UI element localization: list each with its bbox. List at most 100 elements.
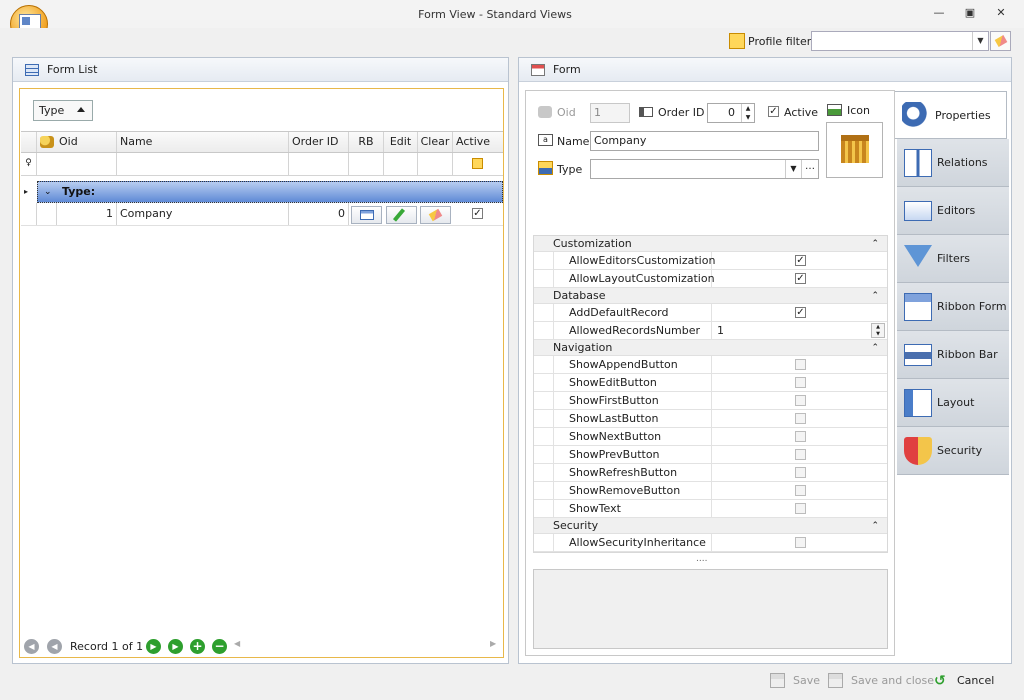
profile-filter-combo[interactable] — [811, 31, 989, 51]
property-value[interactable] — [714, 534, 886, 552]
next-record-button[interactable]: ▶ — [146, 639, 161, 654]
active-checkbox[interactable]: ✓ — [768, 106, 779, 117]
chevron-down-icon[interactable]: ▼ — [972, 32, 988, 50]
eraser-icon[interactable] — [990, 31, 1011, 51]
property-category[interactable]: Database ⌃ — [534, 288, 887, 304]
tab-editors[interactable]: Editors — [897, 187, 1009, 235]
property-checkbox[interactable]: ✓ — [795, 273, 806, 284]
property-checkbox[interactable] — [795, 359, 806, 370]
prev-record-button[interactable]: ◀ — [47, 639, 62, 654]
cell-oid[interactable]: 1 — [57, 203, 117, 225]
property-row[interactable]: ShowLastButton — [534, 410, 887, 428]
last-record-button[interactable]: ▶ — [168, 639, 183, 654]
maximize-button[interactable]: ▣ — [962, 6, 978, 20]
property-checkbox[interactable] — [795, 377, 806, 388]
group-row[interactable]: ▸ ⌄ Type: — [21, 181, 503, 203]
tab-layout[interactable]: Layout — [897, 379, 1009, 427]
chevron-down-icon[interactable]: ▼ — [785, 160, 801, 178]
collapse-icon[interactable]: ⌃ — [871, 288, 879, 304]
property-checkbox[interactable] — [795, 395, 806, 406]
filter-checkbox-indeterminate[interactable] — [472, 158, 483, 169]
save-and-close-button[interactable]: Save and close — [828, 672, 934, 690]
cell-name[interactable]: Company — [117, 203, 289, 225]
column-header-oid[interactable]: Oid — [37, 132, 117, 152]
property-row[interactable]: ShowFirstButton — [534, 392, 887, 410]
property-checkbox[interactable] — [795, 449, 806, 460]
property-category[interactable]: Customization ⌃ — [534, 236, 887, 252]
property-row[interactable]: ShowRefreshButton — [534, 464, 887, 482]
property-value[interactable]: ✓ — [714, 270, 886, 288]
append-record-button[interactable]: + — [190, 639, 205, 654]
tab-ribbon-bar[interactable]: Ribbon Bar — [897, 331, 1009, 379]
collapse-icon[interactable]: ⌃ — [871, 518, 879, 534]
column-header-edit[interactable]: Edit — [384, 132, 418, 152]
property-value[interactable] — [714, 410, 886, 428]
property-row[interactable]: ShowRemoveButton — [534, 482, 887, 500]
column-header-name[interactable]: Name — [117, 132, 289, 152]
property-value[interactable] — [714, 392, 886, 410]
property-row[interactable]: ShowAppendButton — [534, 356, 887, 374]
collapse-icon[interactable]: ⌃ — [871, 340, 879, 356]
table-row[interactable]: 1 Company 0 ✓ — [21, 203, 503, 226]
property-category[interactable]: Navigation ⌃ — [534, 340, 887, 356]
property-value[interactable]: ✓ — [714, 252, 886, 270]
property-row[interactable]: AllowLayoutCustomization ✓ — [534, 270, 887, 288]
cell-order-id[interactable]: 0 — [289, 203, 349, 225]
property-category[interactable]: Security ⌃ — [534, 518, 887, 534]
property-checkbox[interactable] — [795, 503, 806, 514]
tab-security[interactable]: Security — [897, 427, 1009, 475]
filter-cell-active[interactable] — [453, 153, 503, 175]
active-checkbox[interactable]: ✓ — [472, 208, 483, 219]
property-checkbox[interactable] — [795, 467, 806, 478]
property-checkbox[interactable] — [795, 413, 806, 424]
property-row[interactable]: ShowEditButton — [534, 374, 887, 392]
ellipsis-button[interactable]: … — [801, 160, 818, 178]
splitter-handle[interactable]: .... — [696, 554, 707, 564]
property-row[interactable]: ShowPrevButton — [534, 446, 887, 464]
property-checkbox[interactable] — [795, 537, 806, 548]
remove-record-button[interactable]: − — [212, 639, 227, 654]
close-button[interactable]: ✕ — [993, 6, 1009, 20]
tab-relations[interactable]: Relations — [897, 139, 1009, 187]
property-value[interactable]: 1 ▲ ▼ — [714, 322, 886, 340]
property-value[interactable] — [714, 374, 886, 392]
scroll-left-icon[interactable]: ◀ — [234, 639, 240, 648]
tab-ribbon-form[interactable]: Ribbon Form — [897, 283, 1009, 331]
edit-button[interactable] — [386, 206, 417, 224]
property-checkbox[interactable]: ✓ — [795, 255, 806, 266]
property-row[interactable]: AddDefaultRecord ✓ — [534, 304, 887, 322]
name-field[interactable]: Company — [590, 131, 819, 151]
column-header-clear[interactable]: Clear — [418, 132, 453, 152]
collapse-icon[interactable]: ⌃ — [871, 236, 879, 252]
property-value[interactable] — [714, 464, 886, 482]
tab-properties[interactable]: Properties — [895, 91, 1007, 139]
clear-button[interactable] — [420, 206, 451, 224]
minimize-button[interactable]: — — [931, 6, 947, 20]
spin-buttons[interactable]: ▲ ▼ — [871, 323, 885, 338]
rb-button[interactable] — [351, 206, 382, 224]
tab-filters[interactable]: Filters — [897, 235, 1009, 283]
property-row[interactable]: ShowText — [534, 500, 887, 518]
filter-cell-order-id[interactable] — [289, 153, 349, 175]
property-value[interactable] — [714, 500, 886, 518]
property-row[interactable]: AllowEditorsCustomization ✓ — [534, 252, 887, 270]
property-value[interactable] — [714, 446, 886, 464]
property-value[interactable]: ✓ — [714, 304, 886, 322]
cancel-button[interactable]: ↺ Cancel — [934, 672, 994, 690]
column-header-rb[interactable]: RB — [349, 132, 384, 152]
collapse-icon[interactable]: ⌄ — [44, 182, 52, 202]
group-by-type-chip[interactable]: Type — [33, 100, 93, 121]
property-checkbox[interactable] — [795, 485, 806, 496]
icon-picker[interactable] — [826, 122, 883, 178]
save-button[interactable]: Save — [770, 672, 820, 690]
property-row[interactable]: AllowedRecordsNumber 1 ▲ ▼ — [534, 322, 887, 340]
property-row[interactable]: AllowSecurityInheritance — [534, 534, 887, 552]
filter-cell-name[interactable] — [117, 153, 289, 175]
property-spin-value[interactable]: 1 — [717, 324, 724, 337]
group-band[interactable]: ⌄ Type: — [37, 181, 503, 203]
column-header-order-id[interactable]: Order ID — [289, 132, 349, 152]
column-header-active[interactable]: Active — [453, 132, 503, 152]
scroll-right-icon[interactable]: ▶ — [490, 639, 496, 648]
property-value[interactable] — [714, 482, 886, 500]
property-checkbox[interactable]: ✓ — [795, 307, 806, 318]
